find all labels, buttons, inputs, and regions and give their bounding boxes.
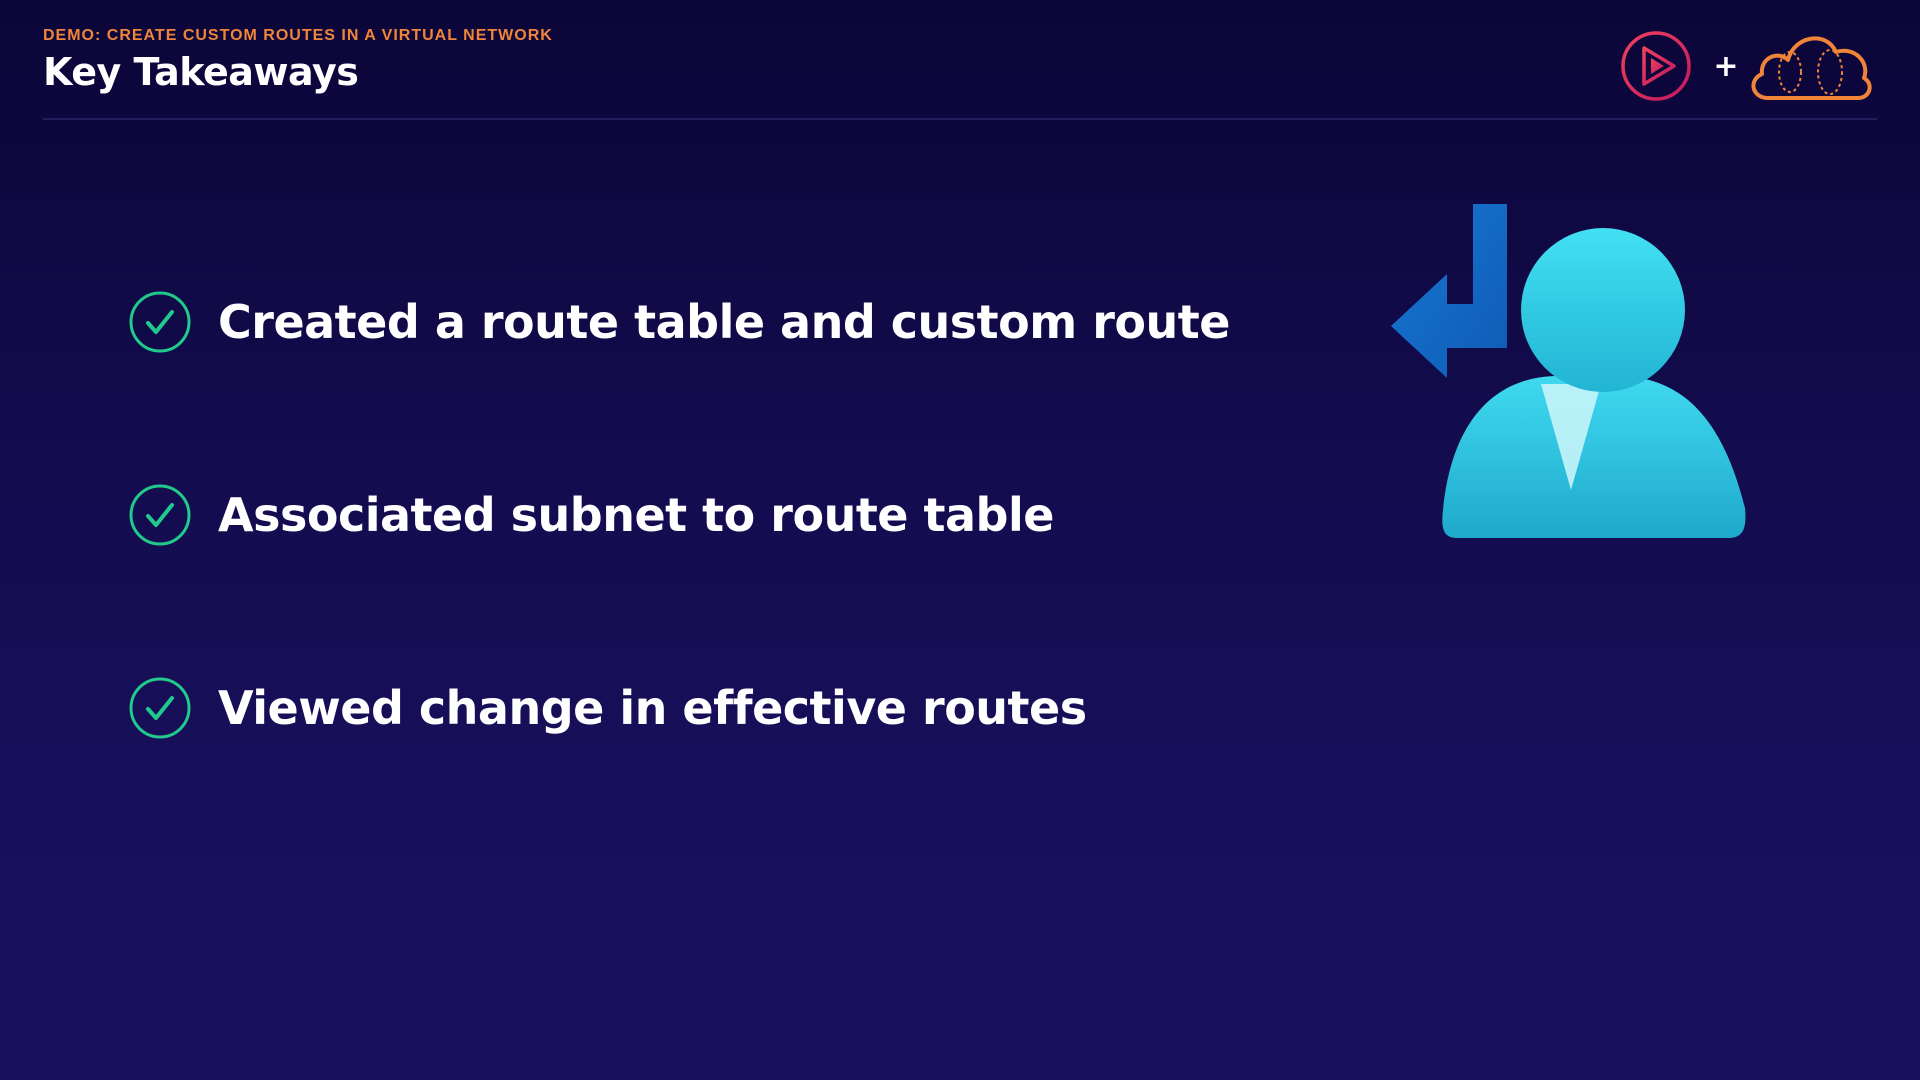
- check-circle-icon: [129, 291, 191, 353]
- takeaways-list: Created a route table and custom route A…: [128, 290, 1230, 869]
- check-circle-icon: [129, 484, 191, 546]
- takeaway-text: Associated subnet to route table: [218, 488, 1054, 542]
- brand-plus-sign: +: [1713, 49, 1738, 84]
- check-circle-icon: [129, 677, 191, 739]
- cloud-academy-cloud-icon: [1751, 36, 1872, 100]
- route-arrow-icon: [1391, 204, 1507, 378]
- slide-title: Key Takeaways: [43, 50, 359, 94]
- takeaway-text: Created a route table and custom route: [218, 295, 1230, 349]
- takeaway-item: Created a route table and custom route: [128, 290, 1230, 354]
- brand-logos: +: [1618, 28, 1878, 104]
- takeaway-text: Viewed change in effective routes: [218, 681, 1087, 735]
- pluralsight-play-icon: [1621, 31, 1691, 101]
- header-divider: [43, 118, 1877, 120]
- section-eyebrow: DEMO: CREATE CUSTOM ROUTES IN A VIRTUAL …: [43, 27, 553, 44]
- slide-header: DEMO: CREATE CUSTOM ROUTES IN A VIRTUAL …: [43, 26, 553, 96]
- takeaway-item: Viewed change in effective routes: [128, 676, 1228, 740]
- takeaway-item: Associated subnet to route table: [128, 483, 1228, 547]
- user-with-route-arrow-icon: [1385, 198, 1755, 558]
